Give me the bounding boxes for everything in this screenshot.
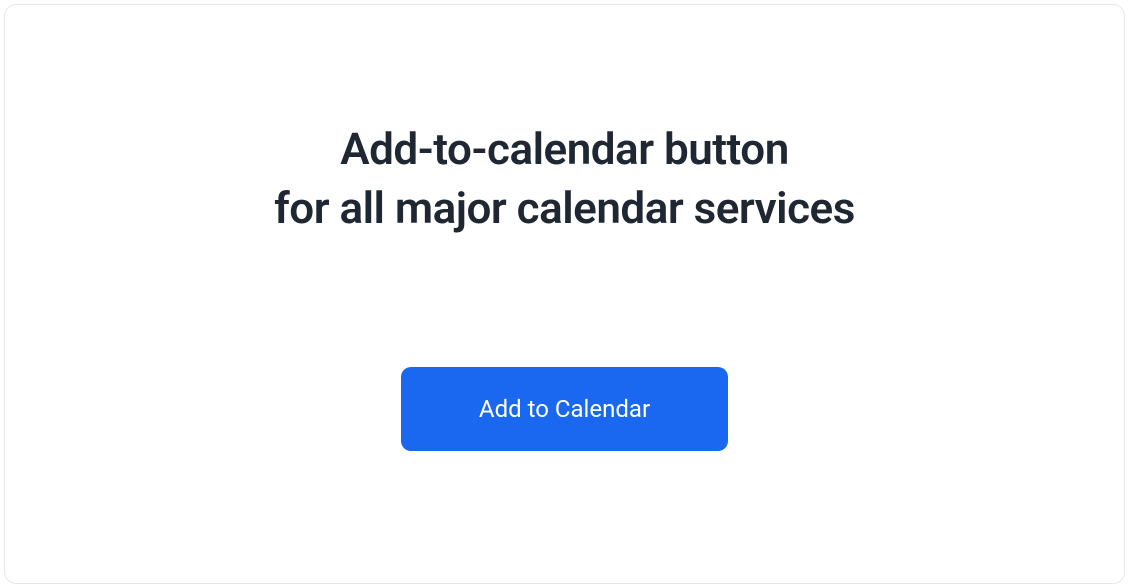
heading-line-2: for all major calendar services — [274, 182, 855, 234]
card-container: Add-to-calendar button for all major cal… — [4, 4, 1125, 584]
page-heading: Add-to-calendar button for all major cal… — [274, 120, 855, 239]
button-wrapper: Add to Calendar — [401, 367, 728, 451]
heading-line-1: Add-to-calendar button — [340, 123, 789, 175]
add-to-calendar-button[interactable]: Add to Calendar — [401, 367, 728, 451]
